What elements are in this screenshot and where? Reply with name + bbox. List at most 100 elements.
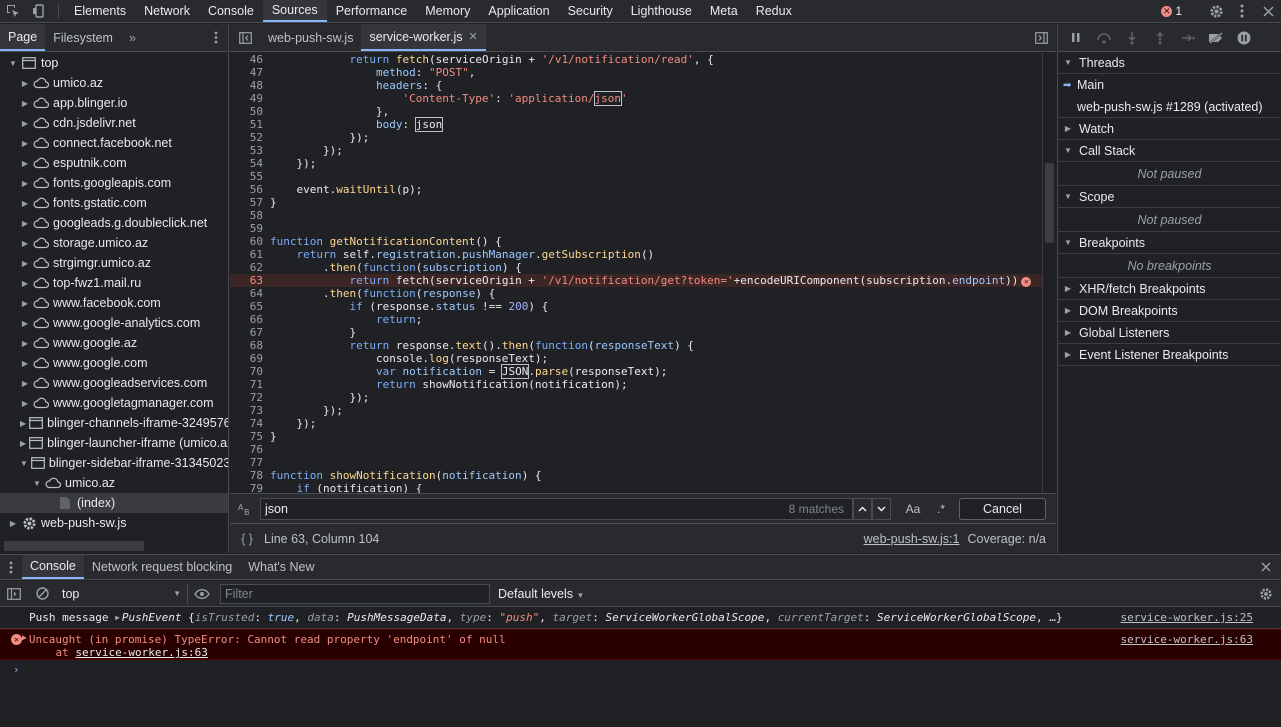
collapsed-arrow-icon[interactable]: ▶ [20,399,30,408]
editor-tab-service-worker-js[interactable]: service-worker.js ✕ [361,24,486,51]
tree-item[interactable]: ▶ www.googleadservices.com [0,373,228,393]
threads-section-header[interactable]: ▼ Threads [1058,52,1281,74]
line-number[interactable]: 74 [230,417,270,430]
tab-lighthouse[interactable]: Lighthouse [622,0,701,22]
step-icon[interactable] [1174,33,1202,43]
line-number[interactable]: 79 [230,482,270,493]
code-line[interactable]: 72 }); [230,391,1056,404]
navigator-menu-icon[interactable] [204,24,228,51]
line-number[interactable]: 70 [230,365,270,378]
scope-section-header[interactable]: ▼ Scope [1058,186,1281,208]
line-number[interactable]: 48 [230,79,270,92]
console-prompt[interactable]: › [13,663,20,676]
console-log-message[interactable]: Push message ▶ PushEvent {isTrusted: tru… [0,607,1281,629]
code-line[interactable]: 60 function getNotificationContent() { [230,235,1056,248]
line-number[interactable]: 57 [230,196,270,209]
toggle-debugger-icon[interactable] [1026,24,1056,51]
expand-arrow-icon[interactable]: ▶ [115,613,120,622]
close-drawer-icon[interactable] [1251,555,1281,579]
line-number[interactable]: 52 [230,131,270,144]
line-number[interactable]: 64 [230,287,270,300]
global-listeners-section-header[interactable]: ▶ Global Listeners [1058,322,1281,344]
step-into-icon[interactable] [1118,31,1146,45]
code-line[interactable]: 70 var notification = JSON.parse(respons… [230,364,1056,379]
line-number[interactable]: 51 [230,118,270,131]
tree-item[interactable]: ▼ umico.az [0,473,228,493]
line-number[interactable]: 65 [230,300,270,313]
drawer-tab-network-request-blocking[interactable]: Network request blocking [84,555,240,579]
line-number[interactable]: 53 [230,144,270,157]
line-number[interactable]: 50 [230,105,270,118]
step-over-icon[interactable] [1090,32,1118,44]
horizontal-scrollbar[interactable] [4,541,144,551]
collapsed-arrow-icon[interactable]: ▶ [20,79,30,88]
code-line[interactable]: 73 }); [230,404,1056,417]
line-number[interactable]: 63 [230,274,270,287]
collapsed-arrow-icon[interactable]: ▶ [20,159,30,168]
tree-item[interactable]: ▶ googleads.g.doubleclick.net [0,213,228,233]
pretty-print-button[interactable]: { } [230,532,264,546]
search-input[interactable] [265,501,789,516]
collapsed-arrow-icon[interactable]: ▶ [20,439,26,448]
more-tabs-icon[interactable]: » [121,24,144,51]
tab-network[interactable]: Network [135,0,199,22]
collapsed-arrow-icon[interactable]: ▶ [20,119,30,128]
line-number[interactable]: 75 [230,430,270,443]
expanded-arrow-icon[interactable]: ▼ [8,59,18,68]
code-line[interactable]: 74 }); [230,417,1056,430]
watch-section-header[interactable]: ▶ Watch [1058,118,1281,140]
pause-on-exceptions-icon[interactable] [1230,31,1258,45]
error-count-badge[interactable]: ✕ 1 [1153,4,1190,18]
toggle-navigator-icon[interactable] [230,24,260,51]
code-line[interactable]: 52 }); [230,131,1056,144]
tree-item[interactable]: ▼ blinger-sidebar-iframe-31345023 [0,453,228,473]
tree-item[interactable]: ▶ web-push-sw.js [0,513,228,533]
console-error-message[interactable]: ✕ ▶ Uncaught (in promise) TypeError: Can… [0,629,1281,660]
code-line[interactable]: 46 return fetch(serviceOrigin + '/v1/not… [230,53,1056,66]
tree-item[interactable]: ▶ fonts.googleapis.com [0,173,228,193]
tree-item[interactable]: ▶ storage.umico.az [0,233,228,253]
collapsed-arrow-icon[interactable]: ▶ [20,319,30,328]
tab-application[interactable]: Application [479,0,558,22]
tree-item[interactable]: ▶ umico.az [0,73,228,93]
collapsed-arrow-icon[interactable]: ▶ [20,359,30,368]
line-number[interactable]: 67 [230,326,270,339]
pause-icon[interactable] [1062,32,1090,43]
thread-item[interactable]: web-push-sw.js #1289 (activated) [1058,96,1281,118]
collapsed-arrow-icon[interactable]: ▶ [20,219,30,228]
tree-item[interactable]: ▶ connect.facebook.net [0,133,228,153]
tab-sources[interactable]: Sources [262,0,327,22]
code-line[interactable]: 47 method: "POST", [230,66,1056,79]
step-out-icon[interactable] [1146,31,1174,45]
call-stack-section-header[interactable]: ▼ Call Stack [1058,140,1281,162]
code-line[interactable]: 77 [230,456,1056,469]
code-line[interactable]: 55 [230,170,1056,183]
deactivate-breakpoints-icon[interactable] [1202,31,1230,44]
code-line[interactable]: 68 return response.text().then(function(… [230,339,1056,352]
line-number[interactable]: 72 [230,391,270,404]
code-line[interactable]: 49 'Content-Type': 'application/json' [230,91,1056,106]
collapsed-arrow-icon[interactable]: ▶ [20,259,30,268]
drawer-tab-console[interactable]: Console [22,555,84,579]
tree-item[interactable]: ▶ fonts.gstatic.com [0,193,228,213]
code-line[interactable]: 78 function showNotification(notification… [230,469,1056,482]
code-line[interactable]: 53 }); [230,144,1056,157]
execution-context-select[interactable]: top ▼ [56,583,188,604]
code-line[interactable]: 66 return; [230,313,1056,326]
code-line[interactable]: 54 }); [230,157,1056,170]
regex-button[interactable]: .* [927,502,955,516]
line-number[interactable]: 73 [230,404,270,417]
line-number[interactable]: 68 [230,339,270,352]
tree-item[interactable]: ▶ blinger-channels-iframe-3249576 [0,413,228,433]
line-number[interactable]: 55 [230,170,270,183]
tab-filesystem[interactable]: Filesystem [45,24,121,51]
code-line[interactable]: 51 body: json [230,117,1056,132]
collapsed-arrow-icon[interactable]: ▶ [20,379,30,388]
line-number[interactable]: 71 [230,378,270,391]
device-toolbar-icon[interactable] [26,0,52,22]
collapsed-arrow-icon[interactable]: ▶ [20,299,30,308]
console-settings-gear-icon[interactable] [1251,587,1281,601]
tree-item[interactable]: ▶ esputnik.com [0,153,228,173]
settings-gear-icon[interactable] [1203,4,1229,19]
tree-item[interactable]: ▶ app.blinger.io [0,93,228,113]
